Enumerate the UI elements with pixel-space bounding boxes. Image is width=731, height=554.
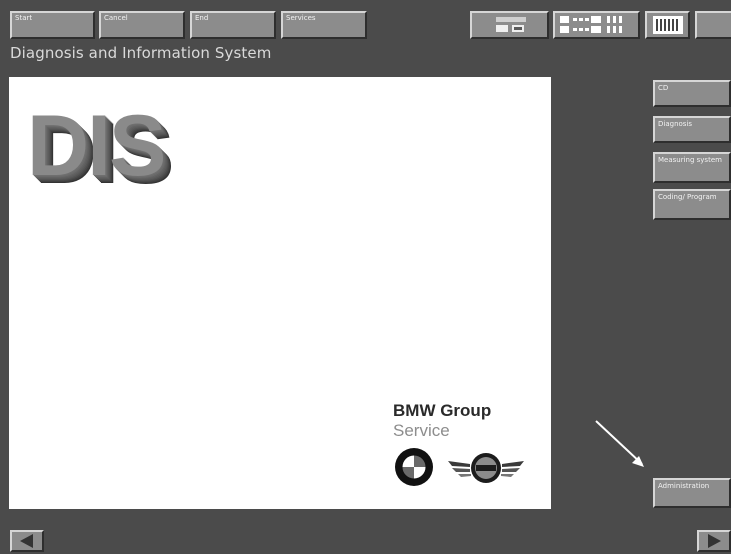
main-panel: DIS BMW Group Service [9,77,551,509]
administration-label: Administration [658,482,710,490]
module-icon [496,17,526,32]
forward-button[interactable] [697,530,731,552]
pointer-arrow-icon [595,420,644,467]
keyboard-button[interactable] [645,11,690,39]
back-button[interactable] [10,530,44,552]
brand-name: BMW Group [393,401,492,420]
start-button-label: Start [15,14,33,22]
administration-button[interactable]: Administration [653,478,731,508]
connection-status-button[interactable] [553,11,640,39]
sidebar-item-label: Diagnosis [658,120,693,128]
sidebar-item-label: CD [658,84,669,92]
services-button-label: Services [286,14,316,22]
connection-status-icon [560,16,622,33]
app-title: Diagnosis and Information System [10,44,272,62]
mini-logo-icon [448,453,524,483]
cancel-button-label: Cancel [104,14,128,22]
start-button[interactable]: Start [10,11,95,39]
cancel-button[interactable]: Cancel [99,11,185,39]
end-button-label: End [195,14,209,22]
triangle-right-icon [708,534,721,548]
sidebar-item-measuring-system[interactable]: Measuring system [653,152,731,183]
sidebar-item-cd[interactable]: CD [653,80,731,107]
triangle-left-icon [20,534,33,548]
dis-logo: DIS [27,98,166,194]
brand-service: Service [393,421,450,440]
help-button[interactable] [695,11,731,39]
sidebar-item-coding-program[interactable]: Coding/ Program [653,189,731,220]
end-button[interactable]: End [190,11,276,39]
sidebar-item-label: Measuring system [658,156,722,164]
sidebar-item-diagnosis[interactable]: Diagnosis [653,116,731,143]
services-button[interactable]: Services [281,11,367,39]
module-button[interactable] [470,11,549,39]
keyboard-icon [653,16,683,34]
bmw-logo-icon [395,448,433,486]
sidebar-item-label: Coding/ Program [658,193,717,201]
